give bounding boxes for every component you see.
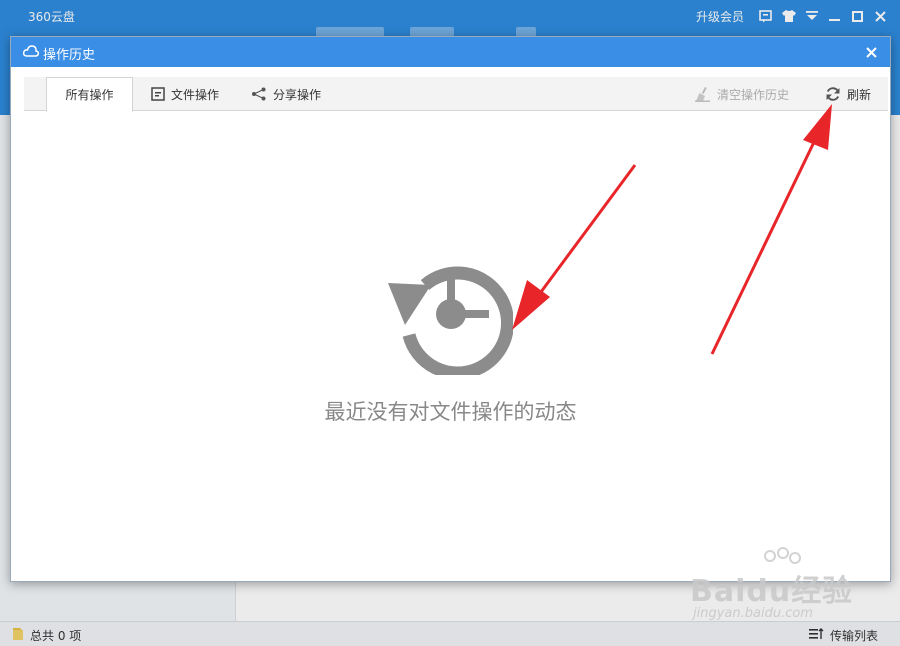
- tab-all-operations[interactable]: 所有操作: [46, 77, 133, 112]
- dialog-titlebar: 操作历史: [11, 37, 890, 67]
- clear-history-button[interactable]: 清空操作历史: [695, 77, 789, 111]
- refresh-label: 刷新: [847, 87, 872, 102]
- tab-file-operations[interactable]: 文件操作: [151, 77, 219, 111]
- cloud-icon: [22, 44, 40, 61]
- dialog-title: 操作历史: [43, 48, 96, 63]
- history-toolbar: 所有操作 文件操作 分享操作 清空操作历史 刷新: [24, 77, 888, 112]
- dialog-close-button[interactable]: [860, 41, 882, 63]
- history-clock-icon: [383, 255, 514, 380]
- close-icon: [865, 46, 877, 58]
- baidu-watermark: Baidu经验 jingyan.baidu.com: [690, 547, 880, 628]
- tab-share-operations[interactable]: 分享操作: [251, 77, 321, 111]
- refresh-button[interactable]: 刷新: [825, 77, 871, 111]
- watermark-text: Baidu经验: [690, 574, 854, 609]
- empty-history-message: 最近没有对文件操作的动态: [324, 400, 577, 424]
- file-icon: [151, 87, 165, 101]
- share-icon: [251, 87, 267, 101]
- broom-icon: [695, 86, 711, 102]
- watermark-url: jingyan.baidu.com: [693, 606, 813, 621]
- refresh-icon: [825, 86, 841, 102]
- clear-history-label: 清空操作历史: [717, 87, 790, 102]
- tab-label: 文件操作: [171, 87, 220, 102]
- tab-label: 所有操作: [65, 88, 114, 102]
- tab-label: 分享操作: [273, 87, 322, 102]
- operation-history-dialog: 操作历史 所有操作 文件操作 分享操作 清空操作历史 刷新 最近没有对文件操作的…: [10, 36, 891, 582]
